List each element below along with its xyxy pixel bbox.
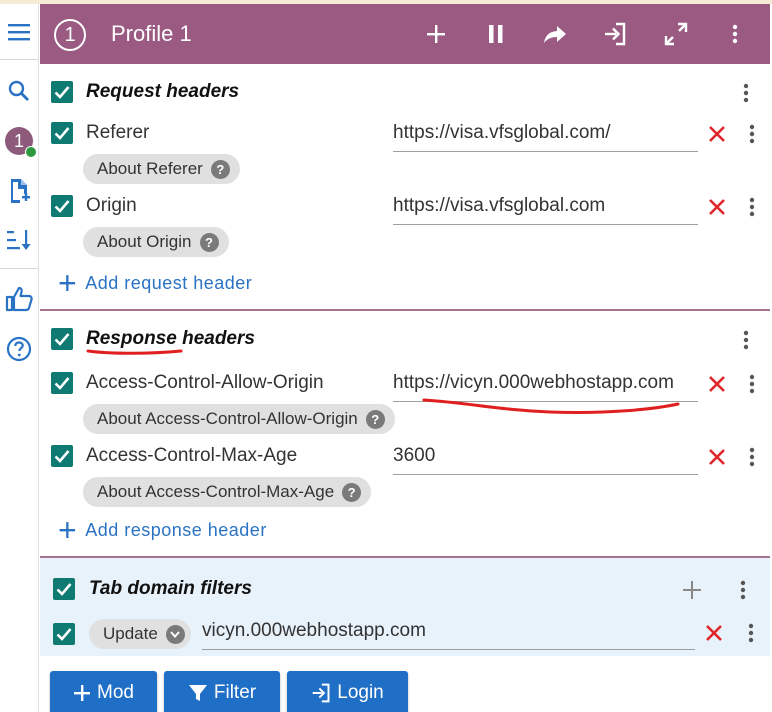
left-nav: 1 (0, 4, 39, 712)
more-vert-icon[interactable] (719, 18, 751, 50)
header-row-checkbox[interactable] (51, 445, 73, 467)
nav-divider (0, 59, 38, 60)
response-headers-title: Response headers (86, 328, 255, 349)
header-name[interactable]: Referer (86, 122, 149, 144)
menu-icon[interactable] (0, 12, 38, 52)
header-name[interactable]: Access-Control-Allow-Origin (86, 372, 324, 394)
row-menu-icon[interactable] (742, 193, 762, 221)
add-response-header-label: Add response header (85, 519, 267, 540)
login-icon (311, 683, 331, 703)
filter-mode-label: Update (103, 624, 158, 643)
about-chip[interactable]: About Referer ? (83, 154, 240, 184)
row-menu-icon[interactable] (742, 443, 762, 471)
add-request-header-label: Add request header (85, 272, 253, 293)
about-chip-label: About Referer (97, 159, 203, 178)
header-row-checkbox[interactable] (51, 195, 73, 217)
row-menu-icon[interactable] (742, 120, 762, 148)
tab-domain-filters-section: Tab domain filters Update vicyn.000webho… (40, 558, 770, 656)
header-value-input[interactable]: https://vicyn.000webhostapp.com (393, 368, 698, 402)
filter-mode-select[interactable]: Update (89, 619, 191, 649)
plus-icon (73, 684, 91, 702)
add-filter-icon[interactable] (676, 574, 708, 606)
header-name[interactable]: Origin (86, 195, 137, 217)
help-icon[interactable] (0, 329, 38, 369)
response-headers-section: Response headers Access-Control-Allow-Or… (40, 311, 770, 558)
request-headers-section: Request headers Referer https://visa.vfs… (40, 64, 770, 311)
add-file-icon[interactable] (0, 171, 38, 211)
about-chip-label: About Access-Control-Max-Age (97, 482, 335, 501)
add-icon: + (58, 265, 78, 301)
delete-icon[interactable] (705, 445, 729, 469)
response-section-menu-icon[interactable] (736, 326, 756, 354)
login-button-label: Login (337, 682, 384, 703)
plus-icon[interactable] (420, 18, 452, 50)
filter-domain-input[interactable]: vicyn.000webhostapp.com (202, 616, 695, 650)
about-chip[interactable]: About Access-Control-Allow-Origin ? (83, 404, 395, 434)
about-chip[interactable]: About Origin ? (83, 227, 229, 257)
search-icon[interactable] (0, 71, 38, 111)
header-row-checkbox[interactable] (51, 372, 73, 394)
header-value-input[interactable]: 3600 (393, 441, 698, 475)
add-icon: + (58, 512, 78, 548)
add-response-header-link[interactable]: + Add response header (58, 514, 267, 546)
header-value-input[interactable]: https://visa.vfsglobal.com/ (393, 118, 698, 152)
filter-icon (188, 683, 208, 703)
help-circle-icon: ? (342, 482, 362, 502)
pause-icon[interactable] (480, 18, 512, 50)
chevron-down-icon (165, 624, 185, 644)
header-name[interactable]: Access-Control-Max-Age (86, 445, 297, 467)
profile-title[interactable]: Profile 1 (111, 21, 192, 47)
add-filter-button[interactable]: Filter (164, 671, 280, 712)
header-row-checkbox[interactable] (51, 122, 73, 144)
about-chip-label: About Access-Control-Allow-Origin (97, 409, 358, 428)
filters-menu-icon[interactable] (733, 576, 753, 604)
active-check-icon (25, 146, 37, 158)
help-circle-icon: ? (365, 409, 385, 429)
login-button[interactable]: Login (287, 671, 408, 712)
help-circle-icon: ? (199, 232, 219, 252)
add-request-header-link[interactable]: + Add request header (58, 267, 252, 299)
mod-button-label: Mod (97, 682, 134, 703)
nav-divider (0, 268, 38, 269)
about-chip[interactable]: About Access-Control-Max-Age ? (83, 477, 372, 507)
login-icon[interactable] (599, 18, 631, 50)
tab-filters-checkbox[interactable] (53, 578, 75, 600)
header-value-input[interactable]: https://visa.vfsglobal.com (393, 191, 698, 225)
response-headers-checkbox[interactable] (51, 328, 73, 350)
delete-icon[interactable] (705, 372, 729, 396)
delete-icon[interactable] (705, 195, 729, 219)
delete-filter-icon[interactable] (702, 621, 726, 645)
tab-filters-title: Tab domain filters (89, 578, 252, 599)
delete-icon[interactable] (705, 122, 729, 146)
profile-badge-number: 1 (13, 130, 24, 151)
request-section-menu-icon[interactable] (736, 79, 756, 107)
sort-icon[interactable] (0, 220, 38, 260)
profile-number[interactable]: 1 (54, 19, 86, 51)
thumbs-up-icon[interactable] (0, 279, 38, 319)
filter-row-menu-icon[interactable] (741, 619, 761, 647)
share-icon[interactable] (539, 18, 571, 50)
about-chip-label: About Origin (97, 232, 192, 251)
request-headers-checkbox[interactable] (51, 81, 73, 103)
request-headers-title: Request headers (86, 81, 240, 102)
profile-header: 1 Profile 1 (40, 4, 770, 64)
filter-button-label: Filter (213, 682, 257, 703)
profile-1-button[interactable]: 1 (0, 121, 38, 161)
add-mod-button[interactable]: Mod (50, 671, 157, 712)
filter-row-checkbox[interactable] (53, 623, 75, 645)
main-panel: 1 Profile 1 Request headers Referer http… (40, 4, 772, 712)
help-circle-icon: ? (210, 159, 230, 179)
fullscreen-icon[interactable] (660, 18, 692, 50)
profile-badge: 1 (5, 127, 37, 158)
row-menu-icon[interactable] (742, 370, 762, 398)
